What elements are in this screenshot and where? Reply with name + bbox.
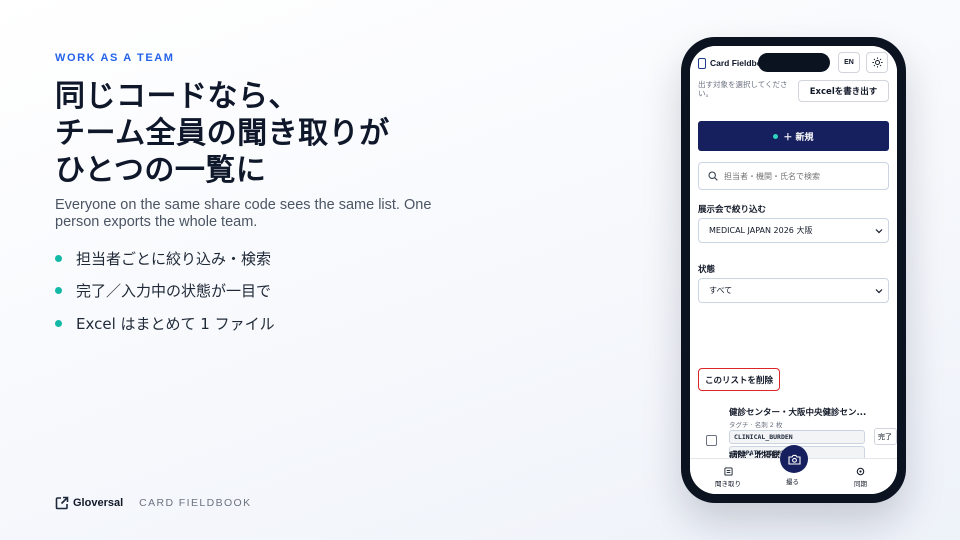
theme-toggle-button[interactable] (866, 52, 888, 73)
delete-list-button[interactable]: このリストを削除 (698, 368, 781, 391)
phone-screen: Card Fieldbook EN 出す対象を選択してください。 Excelを書… (690, 46, 897, 494)
slide-copy: WORK AS A TEAM 同じコードなら、 チーム全員の聞き取りが ひとつの… (55, 52, 475, 345)
card-icon (698, 57, 706, 69)
bullet-item: Excel はまとめて 1 ファイル (55, 312, 475, 334)
headline: 同じコードなら、 チーム全員の聞き取りが ひとつの一覧に (55, 78, 475, 189)
bullet-list: 担当者ごとに絞り込み・検索 完了／入力中の状態が一目で Excel はまとめて … (55, 247, 475, 334)
bullet-item: 完了／入力中の状態が一目で (55, 280, 475, 302)
tag-chip: CLINICAL_BURDEN (729, 430, 865, 444)
sun-icon (871, 57, 883, 68)
status-filter-label: 状態 (698, 265, 716, 275)
bullet-text: 完了／入力中の状態が一目で (76, 282, 272, 300)
exhibition-filter-value: MEDICAL JAPAN 2026 大阪 (709, 226, 813, 235)
phone-mockup: Card Fieldbook EN 出す対象を選択してください。 Excelを書… (681, 37, 906, 503)
bullet-dot-icon (55, 287, 62, 294)
list-icon (723, 467, 733, 476)
select-checkbox[interactable] (706, 435, 717, 446)
status-filter-value: すべて (709, 286, 733, 295)
chevron-down-icon (875, 228, 883, 233)
tab-label: 聞き取り (715, 480, 741, 488)
bullet-dot-icon (55, 319, 62, 327)
search-field[interactable] (698, 162, 889, 190)
eyebrow: WORK AS A TEAM (55, 52, 175, 64)
mark-done-button[interactable]: 完了 (874, 428, 897, 445)
excel-export-button[interactable]: Excelを書き出す (798, 80, 889, 102)
tab-label: 同期 (854, 480, 867, 488)
product-name: CARD FIELDBOOK (139, 497, 252, 509)
chevron-down-icon (875, 288, 883, 293)
list-screen: 出す対象を選択してください。 Excelを書き出す ＋ 新規 展示会で絞り込む … (690, 80, 897, 460)
sync-icon (856, 467, 865, 476)
status-filter-select[interactable]: すべて (698, 278, 889, 303)
export-hint-text: 出す対象を選択してください。 (698, 80, 788, 98)
headline-line-3: ひとつの一覧に (55, 153, 267, 188)
tab-capture[interactable] (780, 445, 808, 473)
bottom-tab-bar: 聞き取り 撮る 同期 (690, 445, 897, 494)
new-entry-label: ＋ 新規 (783, 132, 814, 143)
headline-line-2: チーム全員の聞き取りが (55, 116, 390, 151)
bullet-item: 担当者ごとに絞り込み・検索 (55, 247, 475, 269)
new-entry-button[interactable]: ＋ 新規 (698, 121, 889, 151)
footer: Gloversal CARD FIELDBOOK (55, 496, 252, 510)
brand-name: Gloversal (73, 497, 124, 509)
bullet-text: Excel はまとめて 1 ファイル (76, 314, 275, 333)
dynamic-island (758, 53, 830, 72)
camera-icon (787, 454, 801, 465)
exhibition-filter-label: 展示会で絞り込む (698, 205, 767, 215)
tab-capture-label: 撮る (786, 478, 799, 486)
language-button[interactable]: EN (838, 52, 860, 73)
search-input[interactable] (724, 171, 884, 181)
card-meta: タグチ · 名刺 2 枚 (729, 421, 783, 429)
tab-interviews[interactable]: 聞き取り (715, 467, 741, 488)
subtext: Everyone on the same share code sees the… (55, 197, 432, 230)
headline-line-1: 同じコードなら、 (55, 79, 299, 114)
bullet-dot-icon (55, 254, 62, 262)
status-dot-icon (773, 133, 779, 139)
external-link-square-icon (55, 496, 69, 510)
bullet-text: 担当者ごとに絞り込み・検索 (76, 249, 272, 268)
card-title: 健診センター・大阪中央健診セン... (729, 408, 867, 418)
search-icon (708, 171, 718, 181)
exhibition-filter-select[interactable]: MEDICAL JAPAN 2026 大阪 (698, 218, 889, 243)
tab-sync[interactable]: 同期 (854, 467, 867, 488)
